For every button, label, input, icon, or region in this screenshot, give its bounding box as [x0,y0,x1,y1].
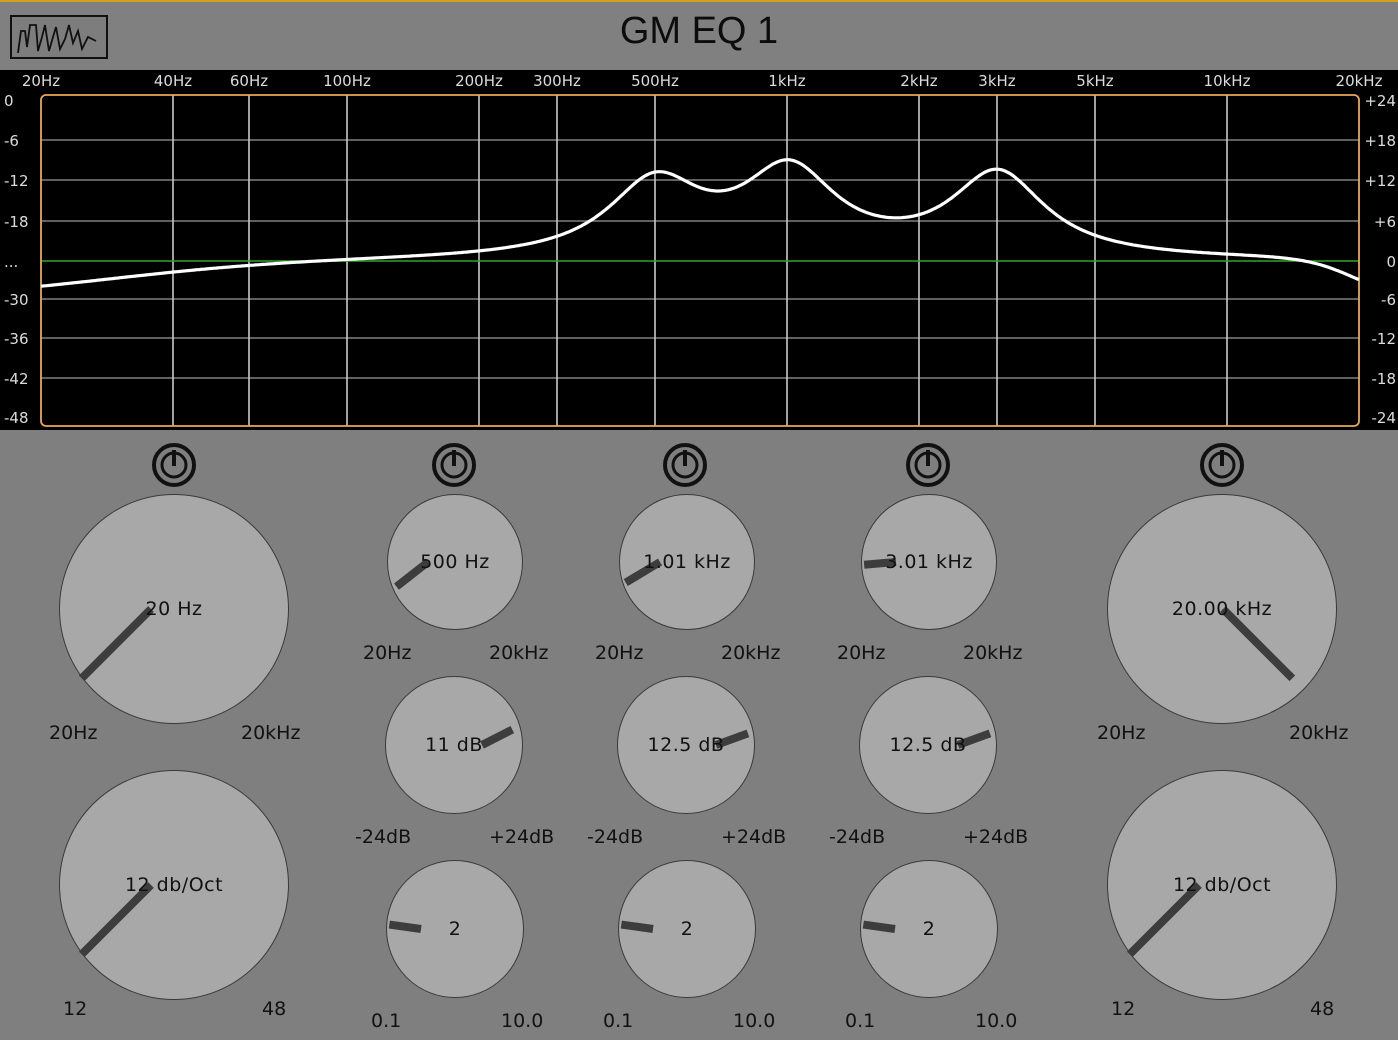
peak1-freq-max-label: 20kHz [489,642,549,664]
right-db-axis-label: -18 [1372,370,1397,388]
lowcut-frequency-knob[interactable]: 20 Hz [59,494,289,724]
peak3-frequency-knob[interactable]: 3.01 kHz [861,494,997,630]
lowcut-frequency-value: 20 Hz [145,598,203,620]
left-db-axis-label: -42 [4,370,29,388]
highcut-freq-max-label: 20kHz [1289,722,1349,744]
right-db-axis-label: +12 [1364,172,1396,190]
peak1-frequency-knob[interactable]: 500 Hz [387,494,523,630]
left-db-axis-label: -36 [4,330,29,348]
right-db-axis-label: -12 [1372,330,1397,348]
peak2-gain-max-label: +24dB [721,826,787,848]
peak3-gain-knob[interactable]: 12.5 dB [859,676,997,814]
freq-axis-label: 20kHz [1336,72,1383,90]
peak3-freq-min-label: 20Hz [837,642,886,664]
peak2-freq-min-label: 20Hz [595,642,644,664]
freq-axis-label: 100Hz [323,72,371,90]
right-db-axis-label: +18 [1364,132,1396,150]
peak2-q-min-label: 0.1 [603,1010,634,1032]
peak3-power-toggle[interactable] [905,442,951,488]
freq-axis-label: 500Hz [631,72,679,90]
lowcut-slope-min-label: 12 [63,998,88,1020]
peak1-gain-knob[interactable]: 11 dB [385,676,523,814]
lowcut-freq-min-label: 20Hz [49,722,98,744]
left-db-axis-label: -30 [4,291,29,309]
peak3-q-max-label: 10.0 [975,1010,1018,1032]
peak3-freq-max-label: 20kHz [963,642,1023,664]
highcut-frequency-knob[interactable]: 20.00 kHz [1107,494,1337,724]
highcut-slope-value: 12 db/Oct [1172,874,1272,896]
left-db-axis-label: -18 [4,213,29,231]
right-db-axis-label: -6 [1381,291,1396,309]
lowcut-slope-max-label: 48 [262,998,287,1020]
lowcut-slope-knob[interactable]: 12 db/Oct [59,770,289,1000]
freq-axis-label: 40Hz [154,72,192,90]
peak3-q-knob[interactable]: 2 [860,860,998,998]
peak1-q-max-label: 10.0 [501,1010,544,1032]
freq-axis-label: 200Hz [455,72,503,90]
peak1-q-knob[interactable]: 2 [386,860,524,998]
peak1-gain-max-label: +24dB [489,826,555,848]
left-db-axis-label: -12 [4,172,29,190]
peak2-gain-min-label: -24dB [587,826,644,848]
left-db-axis-label: -6 [4,132,19,150]
peak1-power-toggle[interactable] [431,442,477,488]
peak2-q-max-label: 10.0 [733,1010,776,1032]
lowcut-freq-max-label: 20kHz [241,722,301,744]
highcut-freq-min-label: 20Hz [1097,722,1146,744]
header: GM EQ 1 [0,2,1398,70]
freq-axis-label: 300Hz [533,72,581,90]
peak2-frequency-knob[interactable]: 1.01 kHz [619,494,755,630]
eq-response-curve [40,158,1360,288]
peak1-gain-min-label: -24dB [355,826,412,848]
peak2-q-knob[interactable]: 2 [618,860,756,998]
right-db-axis-label: 0 [1386,253,1396,271]
lowcut-power-toggle[interactable] [151,442,197,488]
highcut-slope-knob[interactable]: 12 db/Oct [1107,770,1337,1000]
peak2-gain-knob[interactable]: 12.5 dB [617,676,755,814]
freq-axis-label: 60Hz [230,72,268,90]
right-db-axis-label: +24 [1364,92,1396,110]
freq-axis-label: 5kHz [1076,72,1114,90]
highcut-slope-max-label: 48 [1310,998,1335,1020]
highcut-slope-min-label: 12 [1111,998,1136,1020]
right-db-axis-label: +6 [1374,213,1396,231]
app-title: GM EQ 1 [619,10,779,52]
peak2-power-toggle[interactable] [662,442,708,488]
peak3-gain-max-label: +24dB [963,826,1029,848]
left-db-axis-label: -48 [4,409,29,427]
right-db-axis-label: -24 [1372,409,1397,427]
lowcut-slope-value: 12 db/Oct [124,874,224,896]
eq-frequency-response-graph[interactable]: 20Hz 40Hz 60Hz 100Hz 200Hz 300Hz 500Hz 1kHz 2kHz… [0,70,1398,430]
left-db-axis-label: 0 [4,92,14,110]
peak1-frequency-value: 500 Hz [420,551,490,573]
peak3-gain-min-label: -24dB [829,826,886,848]
freq-axis-label: 20Hz [22,72,60,90]
highcut-power-toggle[interactable] [1199,442,1245,488]
left-db-axis-label: ... [4,253,18,271]
peak2-freq-max-label: 20kHz [721,642,781,664]
freq-axis-label: 10kHz [1204,72,1251,90]
peak1-freq-min-label: 20Hz [363,642,412,664]
freq-axis-label: 1kHz [768,72,806,90]
peak1-q-min-label: 0.1 [371,1010,402,1032]
freq-axis-label: 3kHz [978,72,1016,90]
peak3-q-min-label: 0.1 [845,1010,876,1032]
freq-axis-label: 2kHz [900,72,938,90]
